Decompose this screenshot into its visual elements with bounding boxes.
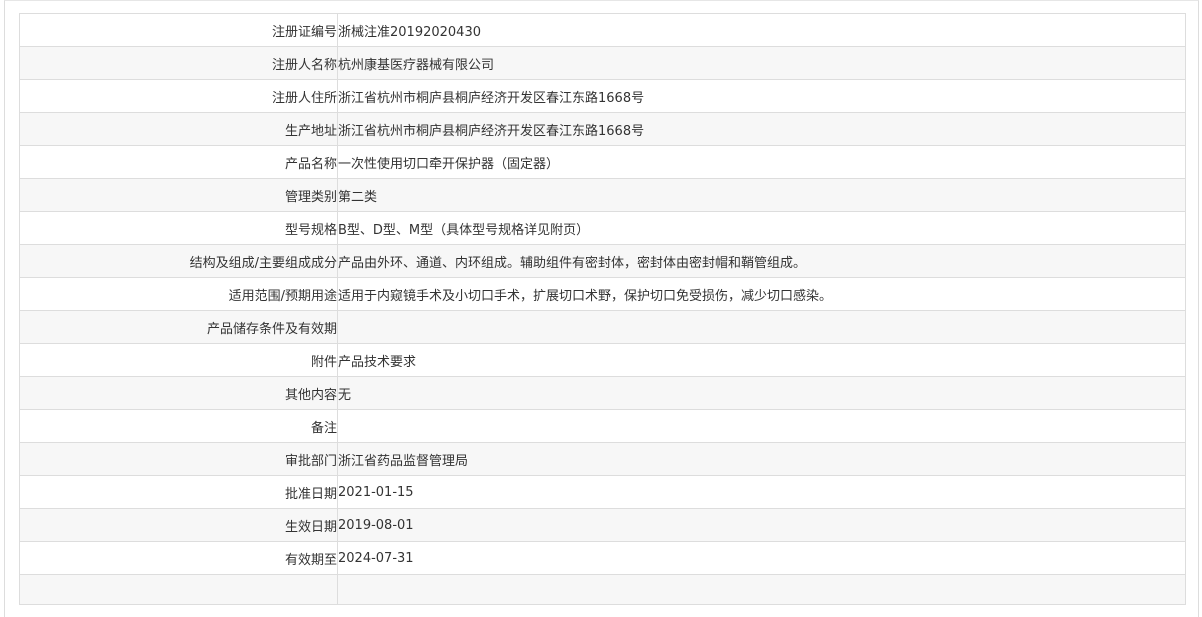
table-row-management-category: 管理类别 第二类 (19, 178, 1186, 212)
row-value: 产品技术要求 (337, 343, 1186, 377)
row-label: 其他内容 (19, 376, 338, 410)
row-label: 生产地址 (19, 112, 338, 146)
row-label: 注册证编号 (19, 13, 338, 47)
row-label: 有效期至 (19, 541, 338, 575)
row-value: 无 (337, 376, 1186, 410)
row-label: 型号规格 (19, 211, 338, 245)
row-label: 结构及组成/主要组成成分 (19, 244, 338, 278)
row-label: 备注 (19, 409, 338, 443)
row-value: 浙江省药品监督管理局 (337, 442, 1186, 476)
row-label: 审批部门 (19, 442, 338, 476)
table-row-effective-date: 生效日期 2019-08-01 (19, 508, 1186, 542)
row-value: 适用于内窥镜手术及小切口手术，扩展切口术野，保护切口免受损伤，减少切口感染。 (337, 277, 1186, 311)
row-label: 批准日期 (19, 475, 338, 509)
row-label (19, 574, 338, 605)
row-label: 注册人名称 (19, 46, 338, 80)
row-label: 生效日期 (19, 508, 338, 542)
row-label: 附件 (19, 343, 338, 377)
table-row-storage-validity: 产品储存条件及有效期 (19, 310, 1186, 344)
row-value (337, 310, 1186, 344)
row-value (337, 574, 1186, 605)
table-row-production-address: 生产地址 浙江省杭州市桐庐县桐庐经济开发区春江东路1668号 (19, 112, 1186, 146)
table-row-approval-department: 审批部门 浙江省药品监督管理局 (19, 442, 1186, 476)
row-value: 2019-08-01 (337, 508, 1186, 542)
table-row-valid-until: 有效期至 2024-07-31 (19, 541, 1186, 575)
row-value: 浙械注准20192020430 (337, 13, 1186, 47)
row-label: 产品储存条件及有效期 (19, 310, 338, 344)
row-value: 产品由外环、通道、内环组成。辅助组件有密封体，密封体由密封帽和鞘管组成。 (337, 244, 1186, 278)
table-row-registration-number: 注册证编号 浙械注准20192020430 (19, 13, 1186, 47)
table-row-product-name: 产品名称 一次性使用切口牵开保护器（固定器） (19, 145, 1186, 179)
table-row-structure-composition: 结构及组成/主要组成成分 产品由外环、通道、内环组成。辅助组件有密封体，密封体由… (19, 244, 1186, 278)
table-row-intended-use: 适用范围/预期用途 适用于内窥镜手术及小切口手术，扩展切口术野，保护切口免受损伤… (19, 277, 1186, 311)
row-value: 一次性使用切口牵开保护器（固定器） (337, 145, 1186, 179)
row-label: 适用范围/预期用途 (19, 277, 338, 311)
row-value: 2024-07-31 (337, 541, 1186, 575)
row-label: 管理类别 (19, 178, 338, 212)
table-row-other-content: 其他内容 无 (19, 376, 1186, 410)
table-row-remarks: 备注 (19, 409, 1186, 443)
table-row-attachment: 附件 产品技术要求 (19, 343, 1186, 377)
row-value: 2021-01-15 (337, 475, 1186, 509)
row-label: 注册人住所 (19, 79, 338, 113)
row-value (337, 409, 1186, 443)
row-value: 浙江省杭州市桐庐县桐庐经济开发区春江东路1668号 (337, 112, 1186, 146)
row-value: 浙江省杭州市桐庐县桐庐经济开发区春江东路1668号 (337, 79, 1186, 113)
row-label: 产品名称 (19, 145, 338, 179)
row-value: 第二类 (337, 178, 1186, 212)
row-value: B型、D型、M型（具体型号规格详见附页） (337, 211, 1186, 245)
table-row-approval-date: 批准日期 2021-01-15 (19, 475, 1186, 509)
table-row-registrant-address: 注册人住所 浙江省杭州市桐庐县桐庐经济开发区春江东路1668号 (19, 79, 1186, 113)
registration-detail-table: 注册证编号 浙械注准20192020430 注册人名称 杭州康基医疗器械有限公司… (19, 13, 1186, 605)
table-row-registrant-name: 注册人名称 杭州康基医疗器械有限公司 (19, 46, 1186, 80)
row-value: 杭州康基医疗器械有限公司 (337, 46, 1186, 80)
table-row-empty (19, 574, 1186, 605)
table-row-model-spec: 型号规格 B型、D型、M型（具体型号规格详见附页） (19, 211, 1186, 245)
